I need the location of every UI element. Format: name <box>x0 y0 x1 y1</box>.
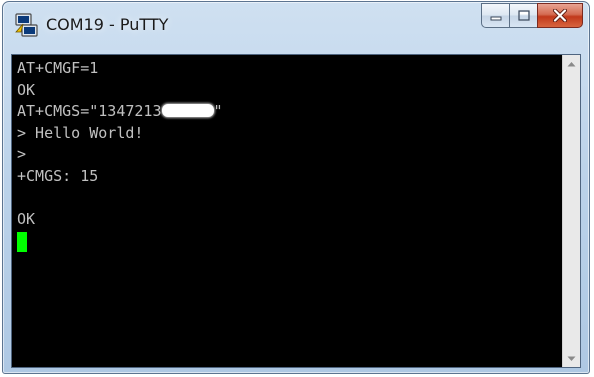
putty-icon <box>15 13 38 37</box>
close-icon <box>553 9 567 22</box>
vertical-scrollbar[interactable] <box>562 55 580 367</box>
terminal-client-area: AT+CMGF=1 OK AT+CMGS="1347213 " > Hello W… <box>11 54 581 368</box>
scroll-up-arrow-icon <box>567 61 576 66</box>
redaction-mark <box>161 104 214 118</box>
terminal-line: OK <box>17 210 36 229</box>
caption-buttons <box>481 3 583 28</box>
minimize-button[interactable] <box>481 3 509 28</box>
scroll-down-button[interactable] <box>563 350 580 367</box>
terminal-line-suffix: " <box>213 102 223 121</box>
window-title: COM19 - PuTTY <box>46 15 169 34</box>
terminal-cursor-line <box>17 231 563 253</box>
minimize-icon <box>490 16 501 20</box>
terminal-line: AT+CMGF=1 <box>17 59 99 77</box>
maximize-icon <box>517 10 530 21</box>
terminal-line: > <box>17 145 27 164</box>
close-button[interactable] <box>537 3 583 28</box>
terminal-line: > Hello World! <box>17 123 144 142</box>
scroll-down-arrow-icon <box>567 356 576 361</box>
terminal-line: AT+CMGS="1347213 " <box>17 101 563 123</box>
putty-window: COM19 - PuTTY AT+CMGF=1 OK AT+CMGS="1347… <box>2 1 590 374</box>
terminal-output[interactable]: AT+CMGF=1 OK AT+CMGS="1347213 " > Hello W… <box>13 56 563 366</box>
terminal-cursor <box>17 231 27 252</box>
scroll-up-button[interactable] <box>563 55 580 72</box>
terminal-line: +CMGS: 15 <box>17 166 99 185</box>
terminal-line-text: AT+CMGS="1347213 <box>17 102 162 121</box>
maximize-button[interactable] <box>509 3 537 28</box>
title-bar[interactable]: COM19 - PuTTY <box>3 2 589 54</box>
terminal-line: OK <box>17 80 36 99</box>
